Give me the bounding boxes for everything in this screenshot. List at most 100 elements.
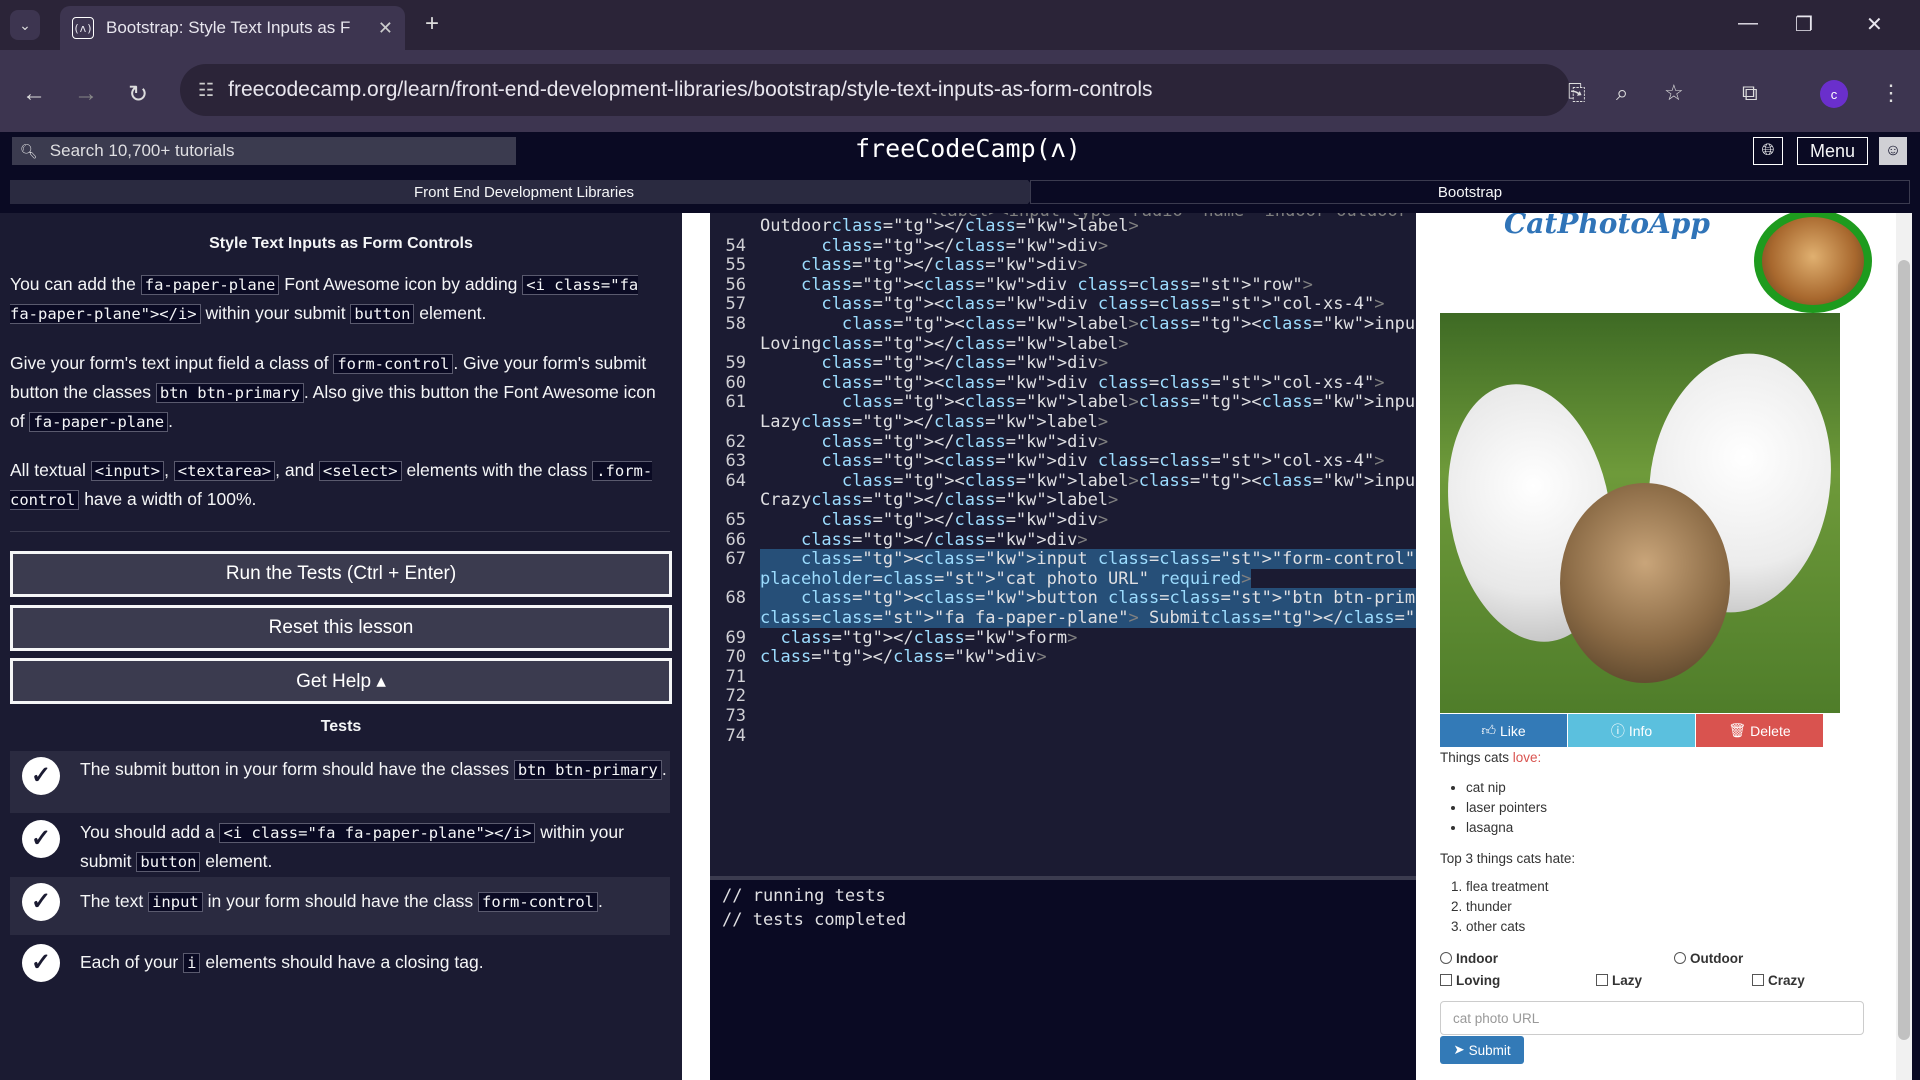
line-number: 62 xyxy=(725,431,746,452)
line-number: 68 xyxy=(725,588,746,609)
back-icon[interactable]: ← xyxy=(22,80,46,108)
inline-code: fa-paper-plane xyxy=(29,412,169,432)
code-line[interactable]: class=class="st">"fa fa-paper-plane"> Su… xyxy=(760,608,1416,628)
code-line[interactable]: placeholder=class="st">"cat photo URL" r… xyxy=(760,568,1252,589)
breadcrumb-module[interactable]: Bootstrap xyxy=(1030,180,1910,204)
text-run: , xyxy=(164,460,174,480)
lesson-paragraph-2: Give your form's text input field a clas… xyxy=(10,349,670,436)
loving-checkbox[interactable]: Loving xyxy=(1440,973,1500,988)
language-globe-icon[interactable]: 🌐︎ xyxy=(1753,137,1783,165)
profile-avatar[interactable]: c xyxy=(1820,80,1848,108)
lesson-paragraph-3: All textual <input>, <textarea>, and <se… xyxy=(10,456,670,514)
code-line[interactable]: class="tg"><class="kw">div class=class="… xyxy=(760,294,1384,314)
code-line[interactable]: Outdoorclass="tg"></class="kw">label> xyxy=(760,216,1139,236)
outdoor-radio[interactable]: Outdoor xyxy=(1674,951,1743,966)
code-line[interactable]: class="tg"></class="kw">div> xyxy=(760,236,1108,256)
user-avatar-icon[interactable]: ☺ xyxy=(1879,137,1907,165)
extensions-icon[interactable]: ⧉ xyxy=(1742,80,1758,106)
code-line[interactable]: class="tg"></class="kw">div> xyxy=(760,353,1108,373)
code-line[interactable]: class="tg"><class="kw">button class=clas… xyxy=(760,588,1416,609)
text-run: The text xyxy=(80,891,149,911)
thumbs-up-icon: 👍︎ xyxy=(1481,722,1496,738)
new-tab-icon[interactable]: + xyxy=(425,10,439,38)
inline-code: button xyxy=(350,304,415,324)
get-help-button[interactable]: Get Help ▴ xyxy=(10,658,672,704)
zoom-icon[interactable]: ⌕ xyxy=(1616,80,1628,106)
inline-code: btn btn-primary xyxy=(513,760,662,780)
text-run: Each of your xyxy=(80,952,184,972)
reload-icon[interactable]: ↻ xyxy=(128,80,148,109)
delete-button[interactable]: 🗑︎ Delete xyxy=(1696,714,1823,747)
check-icon: ✓ xyxy=(22,820,60,858)
code-line[interactable]: class="tg"><class="kw">div class=class="… xyxy=(760,275,1313,295)
cats-photo xyxy=(1440,313,1840,713)
address-bar[interactable]: ☷ freecodecamp.org/learn/front-end-devel… xyxy=(180,64,1570,116)
inline-code: fa-paper-plane xyxy=(140,275,280,295)
trash-icon: 🗑︎ xyxy=(1728,722,1747,738)
code-line[interactable]: class="tg"></class="kw">div> xyxy=(760,647,1047,667)
code-line[interactable]: class="tg"></class="kw">div> xyxy=(760,255,1088,275)
search-input[interactable]: 🔍︎ Search 10,700+ tutorials xyxy=(12,137,516,165)
submit-button[interactable]: ➤ Submit xyxy=(1440,1036,1524,1064)
site-info-icon[interactable]: ☷ xyxy=(198,80,214,101)
code-line[interactable]: class="tg"></class="kw">div> xyxy=(760,530,1088,550)
code-line[interactable]: class="tg"><class="kw">div class=class="… xyxy=(760,451,1384,471)
code-line[interactable]: class="tg"></class="kw">form> xyxy=(760,628,1077,648)
panel-splitter[interactable] xyxy=(682,213,710,1080)
text-run: All textual xyxy=(10,460,91,480)
line-number: 58 xyxy=(725,314,746,334)
checkbox-icon xyxy=(1752,974,1764,986)
code-line[interactable]: class="tg"></class="kw">div> xyxy=(760,432,1108,452)
tab-search-dropdown-icon[interactable]: ⌄ xyxy=(10,10,40,40)
browser-menu-icon[interactable]: ⋮ xyxy=(1880,80,1902,106)
fcc-logo[interactable]: freeCodeCamp(ʌ) xyxy=(855,134,1081,163)
like-button[interactable]: 👍︎ Like xyxy=(1440,714,1567,747)
love-list: cat nip laser pointers lasagna xyxy=(1466,778,1547,838)
code-line[interactable]: class="tg"><class="kw">label>class="tg">… xyxy=(760,314,1416,334)
list-item: other cats xyxy=(1466,917,1549,937)
code-line[interactable]: class="tg"><class="kw">input class=class… xyxy=(760,549,1416,570)
browser-tab[interactable]: (ʌ) Bootstrap: Style Text Inputs as F ✕ xyxy=(60,6,405,50)
window-close-icon[interactable]: ✕ xyxy=(1866,12,1883,37)
lazy-checkbox[interactable]: Lazy xyxy=(1596,973,1642,988)
code-line[interactable]: Lovingclass="tg"></class="kw">label> xyxy=(760,334,1129,354)
preview-scrollbar-thumb[interactable] xyxy=(1898,260,1910,1040)
list-item: flea treatment xyxy=(1466,877,1549,897)
indoor-radio[interactable]: Indoor xyxy=(1440,951,1498,966)
bookmark-star-icon[interactable]: ☆ xyxy=(1664,80,1684,106)
minimize-icon[interactable]: — xyxy=(1738,12,1758,35)
code-line[interactable]: class="tg"><class="kw">label>class="tg">… xyxy=(760,392,1416,412)
tab-close-icon[interactable]: ✕ xyxy=(378,18,393,39)
panel-splitter[interactable] xyxy=(1416,213,1426,1080)
run-tests-button[interactable]: Run the Tests (Ctrl + Enter) xyxy=(10,551,672,597)
install-app-icon[interactable]: ⎘ xyxy=(1568,80,1586,106)
kitten-avatar-image[interactable] xyxy=(1754,213,1872,313)
breadcrumb-section[interactable]: Front End Development Libraries xyxy=(10,180,1038,204)
restore-icon[interactable]: ❐ xyxy=(1795,12,1813,37)
code-editor[interactable]: <label><input type="radio" name="indoor-… xyxy=(710,213,1416,876)
test-item: ✓ Each of your i elements should have a … xyxy=(10,938,670,996)
reset-lesson-button[interactable]: Reset this lesson xyxy=(10,605,672,651)
line-number: 73 xyxy=(725,706,746,726)
line-number: 70 xyxy=(725,647,746,668)
code-line[interactable]: Crazyclass="tg"></class="kw">label> xyxy=(760,490,1118,510)
line-number: 59 xyxy=(725,353,746,374)
search-icon: 🔍︎ xyxy=(20,142,38,159)
code-line[interactable]: Lazyclass="tg"></class="kw">label> xyxy=(760,412,1108,432)
paper-plane-icon: ➤ xyxy=(1453,1042,1465,1057)
info-button[interactable]: ⓘ Info xyxy=(1568,714,1695,747)
text-run: element. xyxy=(200,851,273,871)
check-icon: ✓ xyxy=(22,944,60,982)
text-run: You can add the xyxy=(10,274,141,294)
code-line[interactable]: class="tg"><class="kw">label>class="tg">… xyxy=(760,471,1416,491)
forward-icon[interactable]: → xyxy=(74,80,98,108)
crazy-checkbox[interactable]: Crazy xyxy=(1752,973,1805,988)
text-run: The submit button in your form should ha… xyxy=(80,759,514,779)
code-line[interactable]: class="tg"></class="kw">div> xyxy=(760,510,1108,530)
photo-url-input[interactable]: cat photo URL xyxy=(1440,1001,1864,1035)
tab-title: Bootstrap: Style Text Inputs as F xyxy=(106,18,351,37)
menu-button[interactable]: Menu xyxy=(1797,137,1868,165)
test-item: ✓ The submit button in your form should … xyxy=(10,751,670,813)
code-line[interactable]: class="tg"><class="kw">div class=class="… xyxy=(760,373,1384,393)
editor-scrollbar[interactable] xyxy=(1408,213,1416,876)
